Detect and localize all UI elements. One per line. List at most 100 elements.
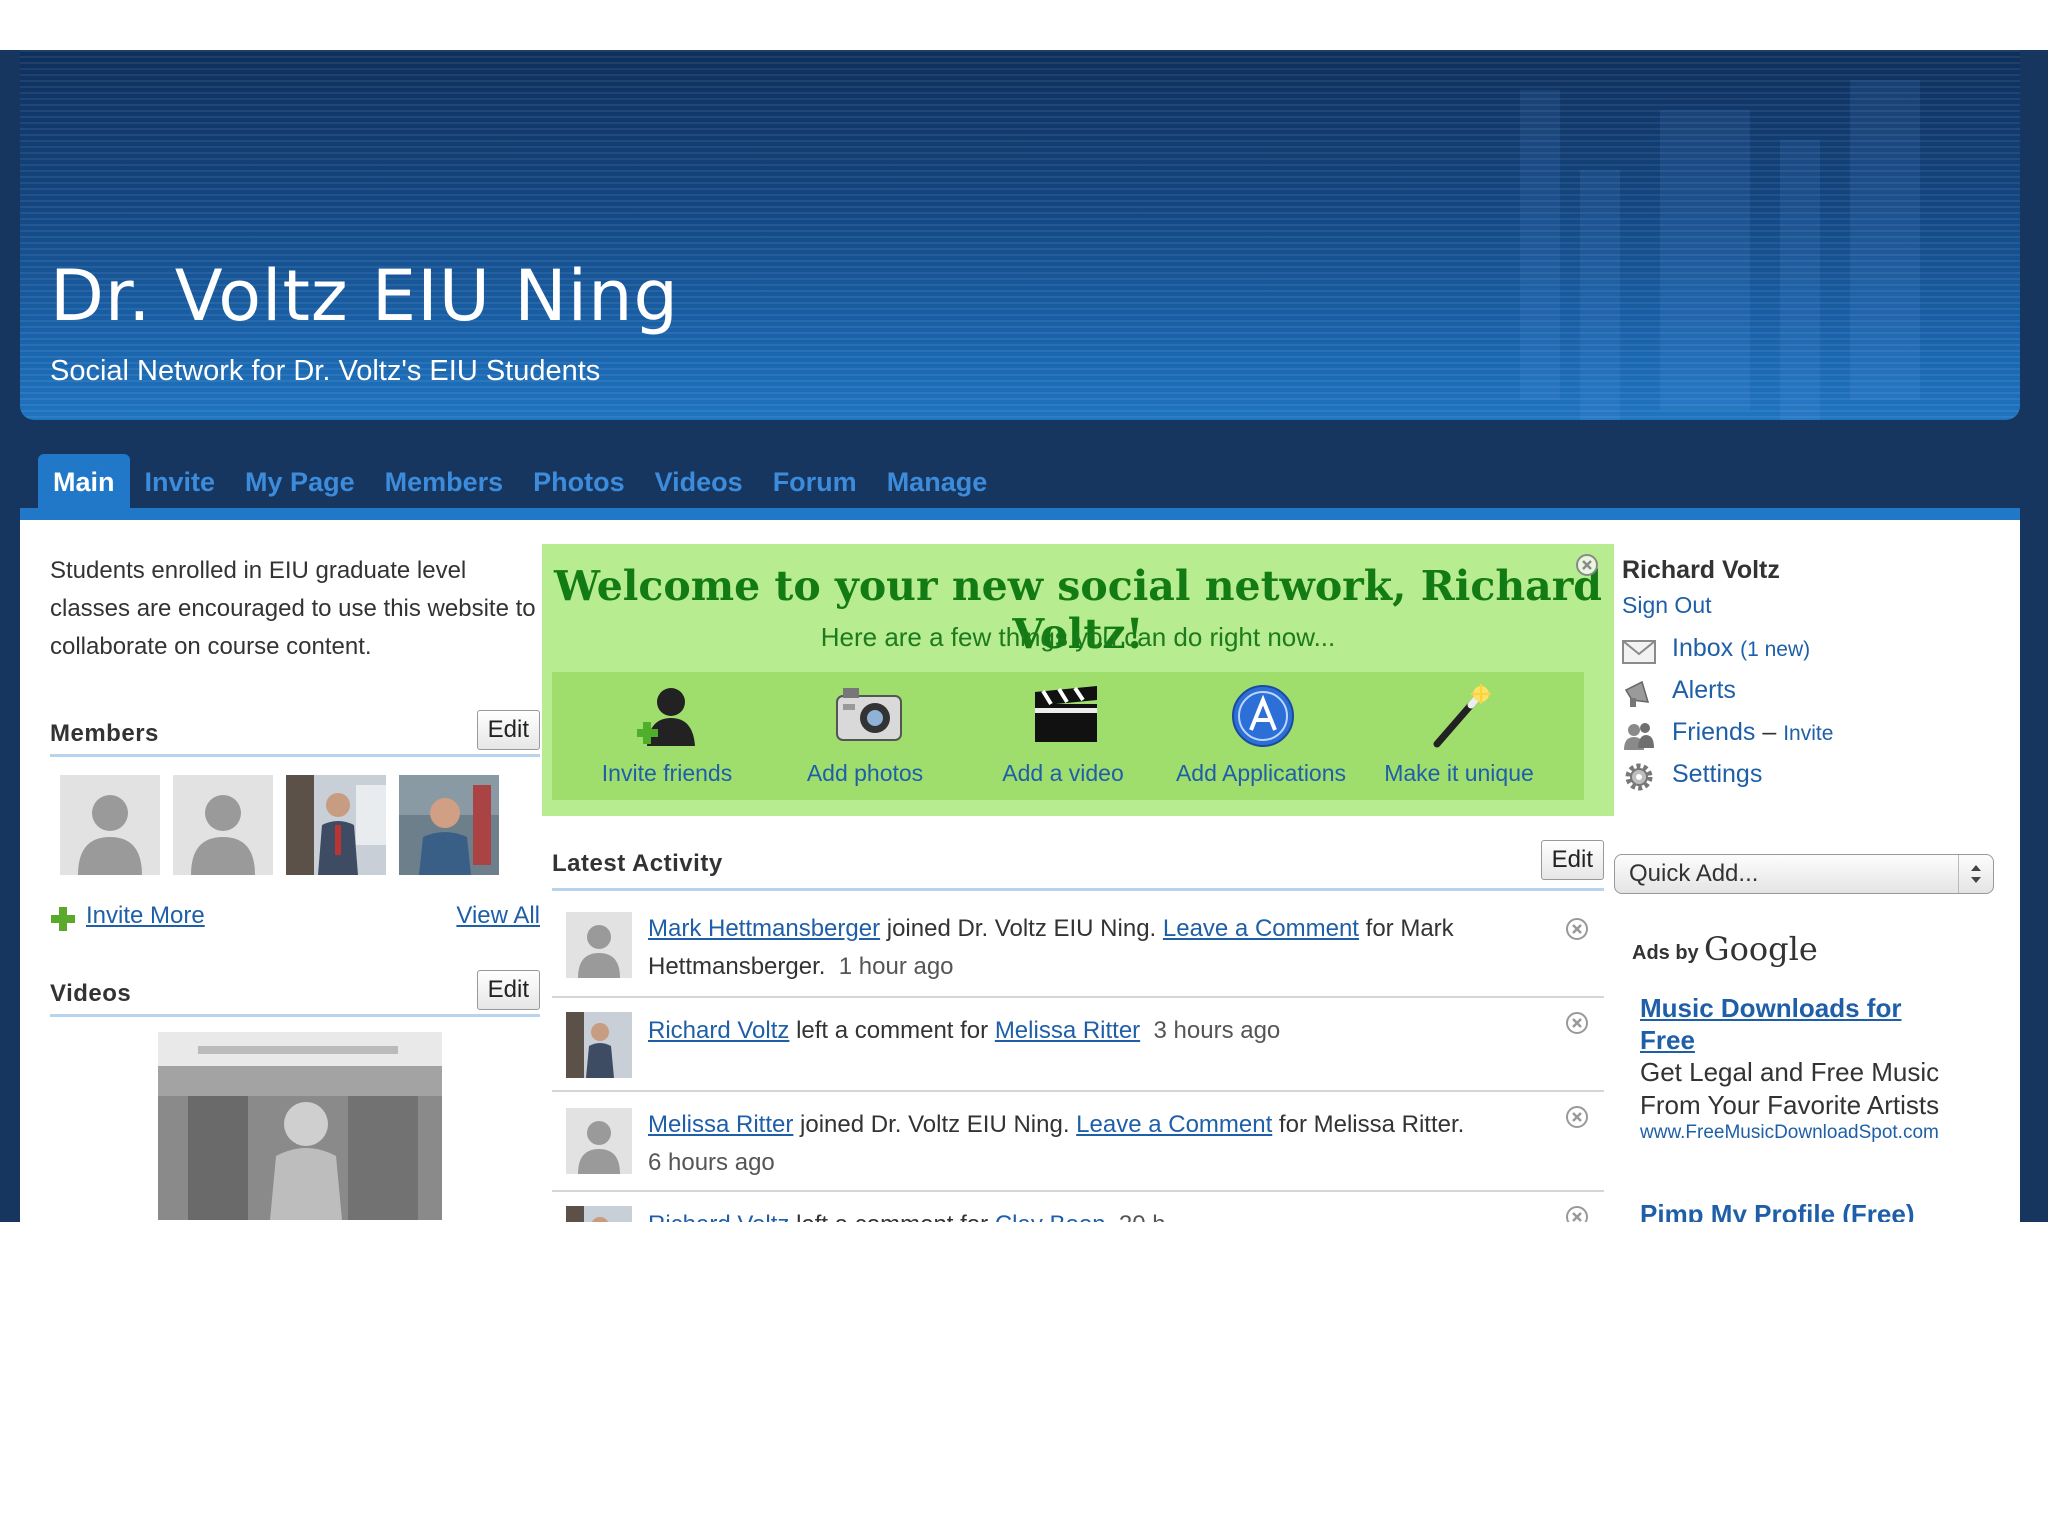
header-decoration <box>1660 110 1750 410</box>
ads-by-label: Ads by <box>1632 942 1699 964</box>
tab-videos[interactable]: Videos <box>640 454 758 510</box>
activity-row: Mark Hettmansberger joined Dr. Voltz EIU… <box>552 896 1604 998</box>
ad-title-link[interactable]: Music Downloads for Free <box>1640 992 1962 1056</box>
settings-label: Settings <box>1672 760 1763 788</box>
tab-forum[interactable]: Forum <box>758 454 872 510</box>
video-thumbnail[interactable] <box>158 1032 442 1220</box>
quick-add-value: Quick Add... <box>1629 860 1759 887</box>
quick-actions-bar: Invite friends Add photos Add a video Ad… <box>552 672 1584 800</box>
close-icon[interactable] <box>1566 1012 1588 1034</box>
add-applications-action[interactable]: Add Applications <box>1166 672 1356 800</box>
activity-time: 1 hour ago <box>838 953 954 980</box>
ads-by-google[interactable]: Ads by Google <box>1632 930 1962 974</box>
member-link[interactable]: Mark Hettmansberger <box>648 915 880 942</box>
invite-more-link[interactable]: Invite More <box>86 902 205 930</box>
latest-activity-edit-button[interactable]: Edit <box>1540 840 1604 880</box>
leave-comment-link[interactable]: Leave a Comment <box>1076 1111 1272 1138</box>
add-photos-label: Add photos <box>806 760 924 786</box>
ad-item: Music Downloads for Free Get Legal and F… <box>1640 992 1962 1144</box>
gear-icon <box>1625 763 1653 791</box>
ad-description: Get Legal and Free Music From Your Favor… <box>1640 1057 1940 1120</box>
camera-icon <box>836 688 902 741</box>
add-video-label: Add a video <box>1002 760 1124 786</box>
activity-phrase: joined Dr. Voltz EIU Ning. <box>793 1111 1077 1138</box>
member-avatar[interactable] <box>60 775 160 875</box>
header-decoration <box>1520 90 1560 400</box>
activity-text: Richard Voltz left a comment for Melissa… <box>648 1012 1528 1050</box>
welcome-banner: Welcome to your new social network, Rich… <box>542 544 1614 816</box>
view-all-members-link[interactable]: View All <box>456 902 540 930</box>
app-store-icon <box>1232 685 1294 747</box>
main-content: Students enrolled in EIU graduate level … <box>20 520 2020 1272</box>
friends-invite-link[interactable]: Invite <box>1783 722 1833 745</box>
ads-section: Ads by Google Music Downloads for Free G… <box>1632 930 1962 1230</box>
inbox-label: Inbox <box>1672 634 1734 662</box>
make-unique-action[interactable]: Make it unique <box>1364 672 1554 800</box>
site-header: Dr. Voltz EIU Ning Social Network for Dr… <box>20 50 2020 420</box>
activity-row: Melissa Ritter joined Dr. Voltz EIU Ning… <box>552 1092 1604 1192</box>
envelope-icon <box>1622 640 1656 664</box>
tab-main[interactable]: Main <box>38 454 130 510</box>
close-icon[interactable] <box>1566 918 1588 940</box>
ad-url[interactable]: www.FreeMusicDownloadSpot.com <box>1640 1122 1952 1144</box>
activity-row: Richard Voltz left a comment for Melissa… <box>552 998 1604 1092</box>
close-icon[interactable] <box>1566 1106 1588 1128</box>
activity-time: 6 hours ago <box>648 1149 775 1176</box>
user-add-icon <box>637 688 695 746</box>
members-section-header: Members Edit <box>50 710 540 757</box>
friends-separator: – <box>1762 718 1777 746</box>
quick-add-select[interactable]: Quick Add... <box>1614 854 1994 894</box>
close-icon[interactable] <box>1576 554 1598 576</box>
make-unique-label: Make it unique <box>1384 760 1534 786</box>
plus-icon <box>50 906 76 932</box>
member-link[interactable]: Melissa Ritter <box>995 1017 1140 1044</box>
add-applications-label: Add Applications <box>1175 760 1347 786</box>
header-decoration <box>1850 80 1920 400</box>
nav-underline <box>20 508 2020 520</box>
member-photo[interactable] <box>286 775 386 875</box>
sign-out-link[interactable]: Sign Out <box>1622 592 1712 619</box>
user-name[interactable]: Richard Voltz <box>1622 556 1780 585</box>
latest-activity-title: Latest Activity <box>552 850 723 877</box>
bottom-blank-area <box>0 1222 2048 1536</box>
member-link[interactable]: Melissa Ritter <box>648 1111 793 1138</box>
megaphone-icon <box>1624 680 1650 707</box>
tab-photos[interactable]: Photos <box>518 454 640 510</box>
member-link[interactable]: Richard Voltz <box>648 1017 789 1044</box>
tab-members[interactable]: Members <box>370 454 519 510</box>
videos-edit-button[interactable]: Edit <box>476 970 540 1010</box>
members-edit-button[interactable]: Edit <box>476 710 540 750</box>
welcome-subtitle: Here are a few things you can do right n… <box>820 622 1336 652</box>
google-logo: Google <box>1704 930 1818 968</box>
alerts-label: Alerts <box>1672 676 1736 704</box>
tab-manage[interactable]: Manage <box>872 454 1003 510</box>
invite-friends-action[interactable]: Invite friends <box>572 672 762 800</box>
member-avatar[interactable] <box>566 912 632 978</box>
activity-time: 3 hours ago <box>1153 1017 1281 1044</box>
site-subtitle: Social Network for Dr. Voltz's EIU Stude… <box>50 355 601 387</box>
activity-phrase: for Melissa Ritter. <box>1272 1111 1465 1138</box>
videos-title: Videos <box>50 980 132 1007</box>
members-title: Members <box>50 720 159 747</box>
header-decoration <box>1580 170 1620 420</box>
member-avatar[interactable] <box>173 775 273 875</box>
member-photo[interactable] <box>566 1012 632 1078</box>
tab-my-page[interactable]: My Page <box>230 454 370 510</box>
member-photo[interactable] <box>399 775 499 875</box>
latest-activity-header: Latest Activity Edit <box>552 836 1604 891</box>
activity-text: Mark Hettmansberger joined Dr. Voltz EIU… <box>648 910 1528 986</box>
inbox-new-count: (1 new) <box>1740 638 1811 661</box>
leave-comment-link[interactable]: Leave a Comment <box>1163 915 1359 942</box>
tab-invite[interactable]: Invite <box>130 454 231 510</box>
activity-phrase: joined Dr. Voltz EIU Ning. <box>880 915 1163 942</box>
site-description: Students enrolled in EIU graduate level … <box>50 557 536 660</box>
updown-arrows-icon <box>1958 855 1993 893</box>
header-decoration <box>1780 140 1820 420</box>
site-title[interactable]: Dr. Voltz EIU Ning <box>50 255 679 337</box>
member-avatar[interactable] <box>566 1108 632 1174</box>
clapperboard-icon <box>1035 686 1097 742</box>
add-photos-action[interactable]: Add photos <box>770 672 960 800</box>
activity-phrase: left a comment for <box>789 1017 995 1044</box>
videos-section-header: Videos Edit <box>50 970 540 1017</box>
add-video-action[interactable]: Add a video <box>968 672 1158 800</box>
